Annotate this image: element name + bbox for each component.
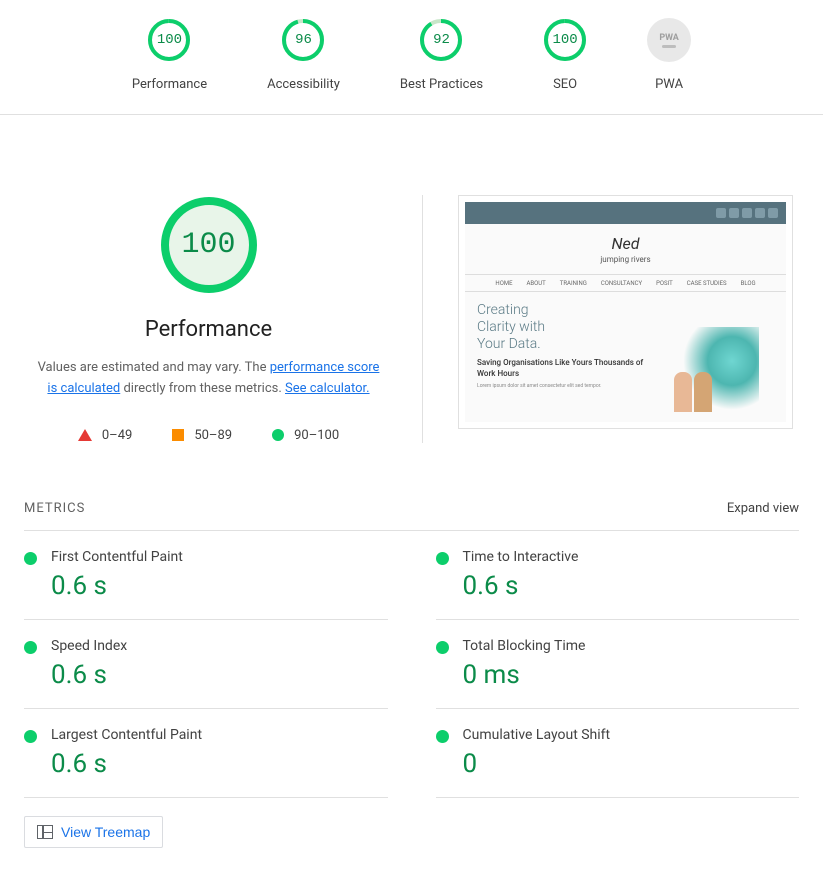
metric-cls: Cumulative Layout Shift0 [436,709,800,798]
legend-avg: 50–89 [172,428,232,443]
nav-accessibility[interactable]: 96 Accessibility [267,18,340,92]
nav-label: SEO [553,77,577,92]
metric-tti: Time to Interactive0.6 s [436,531,800,620]
score-legend: 0–49 50–89 90–100 [78,428,339,443]
gauge-icon: 96 [281,18,325,62]
metrics-heading: METRICS [24,501,85,516]
treemap-icon [37,825,53,839]
hero-summary: 100 Performance Values are estimated and… [30,195,423,443]
metric-speed-index: Speed Index0.6 s [24,620,388,709]
status-dot-icon [24,641,37,654]
hero-title: Performance [145,317,272,342]
legend-fail: 0–49 [78,428,132,443]
performance-gauge: 100 [159,195,259,295]
nav-label: Performance [132,77,207,92]
status-dot-icon [436,641,449,654]
metric-lcp: Largest Contentful Paint0.6 s [24,709,388,798]
status-dot-icon [436,552,449,565]
nav-seo[interactable]: 100 SEO [543,18,587,92]
category-nav: 100 Performance 96 Accessibility 92 Best… [0,0,823,115]
legend-pass: 90–100 [272,428,339,443]
gauge-icon: 92 [419,18,463,62]
nav-best-practices[interactable]: 92 Best Practices [400,18,483,92]
metric-fcp: First Contentful Paint0.6 s [24,531,388,620]
gauge-icon: 100 [543,18,587,62]
circle-icon [272,429,284,441]
view-treemap-button[interactable]: View Treemap [24,816,163,848]
nav-label: Accessibility [267,77,340,92]
expand-view-link[interactable]: Expand view [727,501,799,516]
metric-tbt: Total Blocking Time0 ms [436,620,800,709]
hero-description: Values are estimated and may vary. The p… [30,358,387,400]
nav-label: PWA [655,77,683,92]
nav-label: Best Practices [400,77,483,92]
pwa-badge-icon: PWA [647,18,691,62]
performance-hero: 100 Performance Values are estimated and… [0,115,823,493]
page-screenshot: Nedjumping rivers HOMEABOUTTRAININGCONSU… [458,195,793,429]
square-icon [172,429,184,441]
status-dot-icon [24,730,37,743]
nav-performance[interactable]: 100 Performance [132,18,207,92]
gauge-icon: 100 [147,18,191,62]
status-dot-icon [24,552,37,565]
see-calculator-link[interactable]: See calculator. [285,381,370,396]
nav-pwa[interactable]: PWA PWA [647,18,691,92]
metrics-section: METRICS Expand view First Contentful Pai… [0,493,823,872]
triangle-icon [78,429,92,441]
status-dot-icon [436,730,449,743]
